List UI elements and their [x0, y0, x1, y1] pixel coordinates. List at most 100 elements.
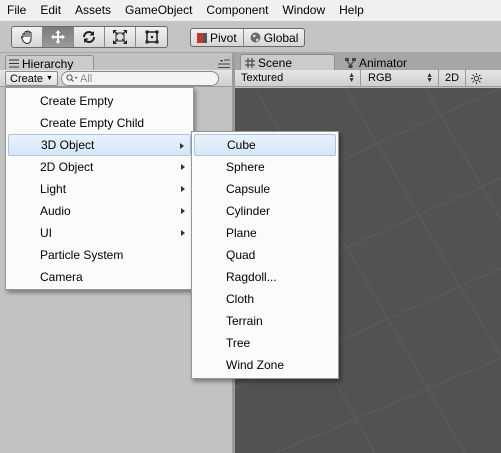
animator-tab[interactable]: Animator: [341, 55, 429, 70]
menu-item-3d-object[interactable]: 3D Object: [8, 134, 191, 156]
submenu-item-plane[interactable]: Plane: [194, 222, 336, 244]
chevron-right-icon: [181, 164, 185, 170]
menu-item-label: Camera: [40, 270, 83, 284]
menu-item-particle-system[interactable]: Particle System: [8, 244, 191, 266]
hand-tool-button[interactable]: [12, 27, 43, 47]
menu-item-label: 2D Object: [40, 160, 94, 174]
menu-item-audio[interactable]: Audio: [8, 200, 191, 222]
3d-object-submenu: Cube Sphere Capsule Cylinder Plane Quad …: [191, 131, 339, 379]
animator-icon: [345, 57, 356, 68]
move-tool-button[interactable]: [43, 27, 74, 47]
submenu-item-label: Cylinder: [226, 204, 271, 218]
submenu-item-label: Terrain: [226, 314, 263, 328]
transform-tools: [11, 26, 168, 48]
menu-edit[interactable]: Edit: [33, 0, 68, 21]
render-mode-dropdown[interactable]: RGB ▲ ▼: [362, 70, 439, 86]
chevron-right-icon: [181, 208, 185, 214]
sun-icon: [471, 72, 482, 84]
submenu-item-sphere[interactable]: Sphere: [194, 156, 336, 178]
submenu-item-label: Quad: [226, 248, 256, 262]
submenu-item-cloth[interactable]: Cloth: [194, 288, 336, 310]
submenu-item-terrain[interactable]: Terrain: [194, 310, 336, 332]
menu-item-label: 3D Object: [41, 138, 95, 152]
menu-gameobject[interactable]: GameObject: [118, 0, 199, 21]
pivot-label: Pivot: [210, 30, 237, 45]
global-button[interactable]: Global: [244, 29, 305, 46]
submenu-item-wind-zone[interactable]: Wind Zone: [194, 354, 336, 376]
submenu-item-capsule[interactable]: Capsule: [194, 178, 336, 200]
rect-icon: [145, 30, 158, 44]
toolbar: Pivot Global: [0, 21, 501, 53]
2d-label: 2D: [445, 72, 460, 84]
menu-assets[interactable]: Assets: [68, 0, 118, 21]
shading-mode-dropdown[interactable]: Textured ▲ ▼: [235, 70, 361, 86]
rect-tool-button[interactable]: [136, 27, 167, 47]
menu-item-label: Audio: [40, 204, 71, 218]
menu-help[interactable]: Help: [332, 0, 371, 21]
menu-component[interactable]: Component: [199, 0, 275, 21]
hierarchy-tab-label: Hierarchy: [22, 56, 74, 71]
submenu-item-cube[interactable]: Cube: [194, 134, 336, 156]
submenu-item-label: Plane: [226, 226, 257, 240]
menu-item-2d-object[interactable]: 2D Object: [8, 156, 191, 178]
pivot-global-toggle: Pivot Global: [190, 28, 306, 47]
submenu-item-ragdoll[interactable]: Ragdoll...: [194, 266, 336, 288]
submenu-item-quad[interactable]: Quad: [194, 244, 336, 266]
scene-tab[interactable]: Scene: [240, 54, 335, 70]
submenu-item-label: Cloth: [226, 292, 255, 306]
menu-item-create-empty-child[interactable]: Create Empty Child: [8, 112, 191, 134]
global-label: Global: [263, 30, 299, 45]
menu-item-light[interactable]: Light: [8, 178, 191, 200]
updown-arrow-icon: ▲ ▼: [348, 72, 355, 84]
hierarchy-search-input[interactable]: All: [61, 71, 219, 86]
search-icon: [66, 74, 78, 82]
lighting-toggle[interactable]: [467, 70, 487, 86]
2d-toggle[interactable]: 2D: [440, 70, 466, 86]
menu-file[interactable]: File: [0, 0, 33, 21]
submenu-item-label: Tree: [226, 336, 251, 350]
menu-item-label: Light: [40, 182, 67, 196]
list-icon: [9, 59, 19, 68]
create-label: Create: [10, 72, 44, 85]
hand-icon: [21, 30, 32, 45]
submenu-item-label: Wind Zone: [226, 358, 285, 372]
move-icon: [51, 30, 65, 44]
scale-tool-button[interactable]: [105, 27, 136, 47]
menu-window[interactable]: Window: [275, 0, 332, 21]
submenu-item-tree[interactable]: Tree: [194, 332, 336, 354]
shading-mode-value: Textured: [241, 72, 284, 84]
scale-icon: [113, 30, 127, 44]
pivot-icon: [197, 32, 207, 43]
submenu-item-label: Cube: [227, 138, 256, 152]
submenu-item-label: Capsule: [226, 182, 271, 196]
hierarchy-toolbar: Create ▼ All: [0, 70, 232, 87]
create-button[interactable]: Create ▼: [5, 71, 58, 86]
search-placeholder: All: [80, 72, 93, 85]
chevron-down-icon: ▼: [46, 75, 53, 82]
menu-item-label: Particle System: [40, 248, 124, 262]
scene-tab-label: Scene: [258, 55, 293, 70]
menu-item-camera[interactable]: Camera: [8, 266, 191, 288]
panel-menu-icon[interactable]: [218, 59, 230, 69]
chevron-right-icon: [181, 230, 185, 236]
animator-tab-label: Animator: [359, 55, 408, 70]
menu-item-label: Create Empty Child: [40, 116, 145, 130]
pivot-button[interactable]: Pivot: [191, 29, 244, 46]
globe-icon: [250, 32, 261, 43]
submenu-item-cylinder[interactable]: Cylinder: [194, 200, 336, 222]
chevron-right-icon: [180, 143, 184, 149]
rotate-icon: [83, 31, 95, 43]
submenu-item-label: Sphere: [226, 160, 265, 174]
create-menu: Create Empty Create Empty Child 3D Objec…: [5, 87, 194, 290]
menu-bar: File Edit Assets GameObject Component Wi…: [0, 0, 501, 21]
rotate-tool-button[interactable]: [74, 27, 105, 47]
render-mode-value: RGB: [368, 72, 392, 84]
menu-item-create-empty[interactable]: Create Empty: [8, 90, 191, 112]
scene-toolbar: Textured ▲ ▼ RGB ▲ ▼ 2D: [235, 70, 501, 87]
submenu-item-label: Ragdoll...: [226, 270, 277, 284]
updown-arrow-icon: ▲ ▼: [426, 72, 433, 84]
menu-item-label: UI: [40, 226, 52, 240]
grid-icon: [245, 57, 255, 68]
menu-item-ui[interactable]: UI: [8, 222, 191, 244]
hierarchy-tab[interactable]: Hierarchy: [5, 55, 94, 71]
